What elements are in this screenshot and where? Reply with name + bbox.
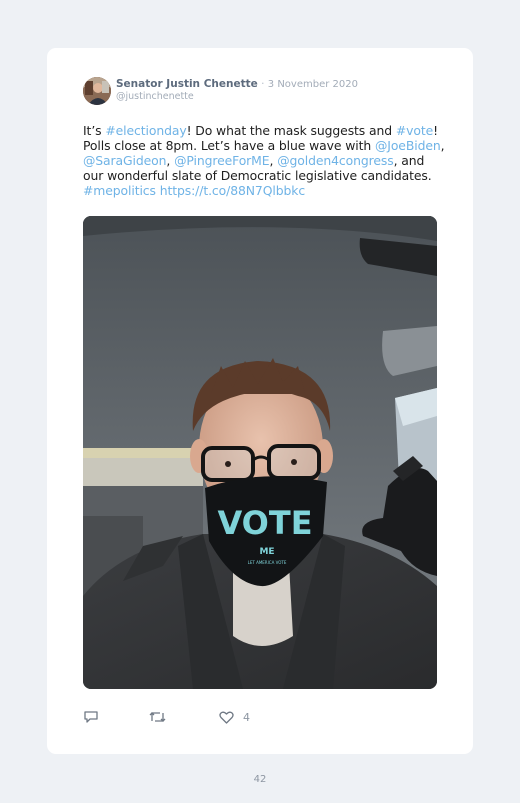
author-handle[interactable]: @justinchenette — [116, 91, 194, 102]
tweet-photo[interactable]: VOTE ME LET AMERICA VOTE — [83, 216, 437, 689]
meta-separator: · — [261, 78, 265, 90]
reply-icon — [84, 711, 98, 723]
text-segment: , — [166, 153, 175, 168]
hashtag-electionday[interactable]: #electionday — [105, 123, 186, 138]
tweet-text: It’s #electionday! Do what the mask sugg… — [83, 123, 445, 198]
mask-vote-text: VOTE — [217, 504, 312, 542]
hashtag-mepolitics[interactable]: #mepolitics — [83, 183, 156, 198]
author-line: Senator Justin Chenette · 3 November 202… — [116, 78, 358, 90]
text-segment: It’s — [83, 123, 106, 138]
heart-icon — [219, 711, 234, 724]
retweet-icon — [149, 712, 166, 722]
text-segment: , — [440, 138, 445, 153]
hashtag-vote[interactable]: #vote — [396, 123, 433, 138]
page-number: 42 — [253, 774, 267, 785]
mention-saragideon[interactable]: @SaraGideon — [83, 153, 167, 168]
mention-joebiden[interactable]: @JoeBiden — [375, 138, 441, 153]
like-count: 4 — [243, 710, 250, 724]
tweet-url[interactable]: https://t.co/88N7Qlbbkc — [160, 183, 305, 198]
mention-golden4congress[interactable]: @golden4congress — [277, 153, 393, 168]
retweet-button[interactable] — [149, 710, 166, 724]
mask-fineprint: LET AMERICA VOTE — [248, 560, 287, 565]
avatar[interactable] — [83, 77, 111, 105]
tweet-actions: 4 — [83, 709, 250, 725]
like-button[interactable]: 4 — [219, 711, 250, 724]
tweet-date[interactable]: 3 November 2020 — [268, 79, 358, 90]
mask-logo-text: ME — [259, 547, 274, 557]
reply-button[interactable] — [83, 710, 99, 724]
tweet-card: Senator Justin Chenette · 3 November 202… — [47, 48, 473, 754]
mention-pingreeforme[interactable]: @PingreeForME — [174, 153, 270, 168]
text-segment: ! Do what the mask suggests and — [186, 123, 396, 138]
author-name[interactable]: Senator Justin Chenette — [116, 78, 258, 90]
